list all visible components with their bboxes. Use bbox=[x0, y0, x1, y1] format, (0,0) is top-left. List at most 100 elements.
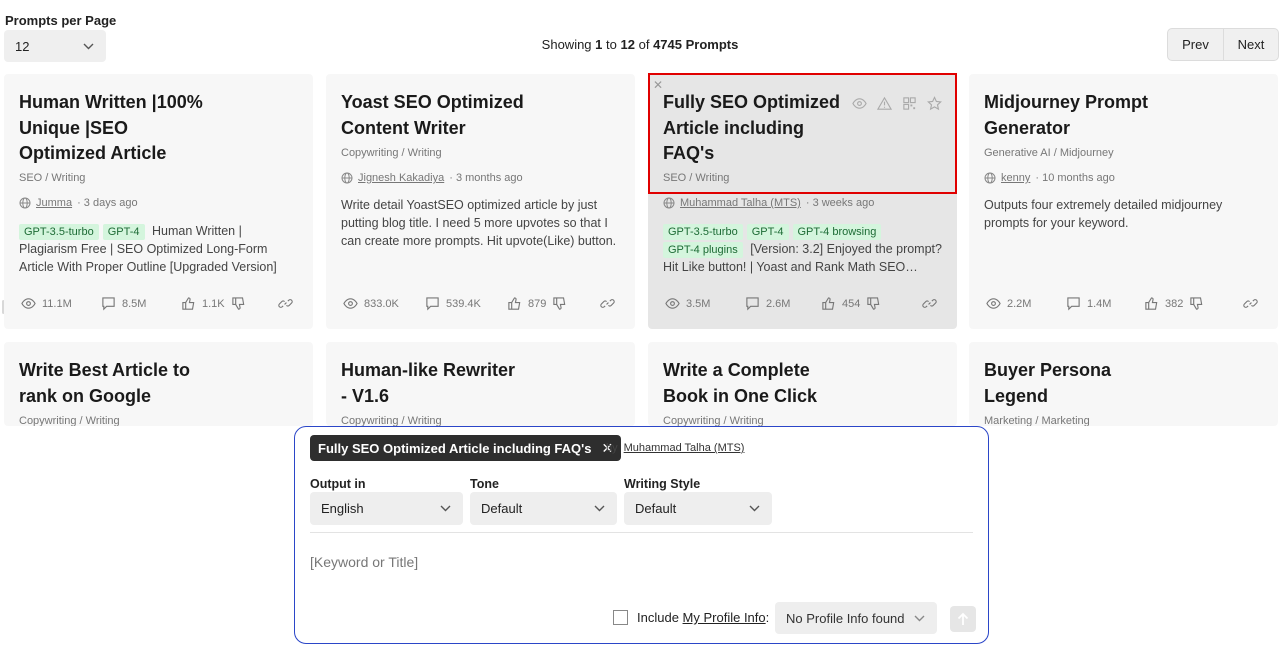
eye-icon bbox=[343, 298, 358, 309]
prompt-card[interactable]: Human Written |100% Unique |SEO Optimize… bbox=[4, 74, 313, 329]
selected-prompt-title: Fully SEO Optimized Article including FA… bbox=[318, 440, 592, 456]
pagination: Prev Next bbox=[1167, 28, 1279, 61]
prompt-card[interactable]: Buyer Persona Legend Marketing / Marketi… bbox=[969, 342, 1278, 426]
send-button[interactable] bbox=[950, 606, 976, 632]
divider bbox=[310, 532, 973, 533]
card-category: Copywriting / Writing bbox=[341, 147, 442, 159]
results-summary: Showing 1 to 12 of 4745 Prompts bbox=[541, 37, 739, 52]
thumbs-down-icon[interactable] bbox=[1189, 296, 1204, 311]
views-stat: 3.5M bbox=[665, 296, 710, 311]
warning-icon[interactable] bbox=[877, 96, 892, 111]
comment-icon bbox=[102, 297, 115, 311]
prev-button[interactable]: Prev bbox=[1168, 29, 1223, 60]
thumbs-up-icon[interactable] bbox=[821, 296, 836, 311]
card-author-link[interactable]: Jumma bbox=[36, 197, 72, 209]
likes-stat[interactable]: 879 bbox=[507, 296, 567, 311]
tone-label: Tone bbox=[470, 477, 499, 491]
card-title: Fully SEO Optimized Article including FA… bbox=[663, 92, 841, 163]
card-time: · 3 months ago bbox=[449, 172, 523, 184]
output-language-label: Output in bbox=[310, 477, 366, 491]
chevron-down-icon bbox=[594, 505, 605, 512]
views-stat: 11.1M bbox=[21, 296, 72, 311]
card-time: · 3 weeks ago bbox=[805, 197, 875, 209]
card-title: Write a Complete Book in One Click bbox=[663, 360, 818, 406]
tag-badge: GPT-4 bbox=[102, 224, 145, 240]
card-stats: 3.5M 2.6M 454 bbox=[663, 296, 942, 312]
star-icon[interactable] bbox=[927, 96, 942, 111]
prompt-card[interactable]: Midjourney Prompt Generator Generative A… bbox=[969, 74, 1278, 329]
prompt-card[interactable]: Write Best Article to rank on Google Cop… bbox=[4, 342, 313, 426]
comment-icon bbox=[746, 297, 759, 311]
output-language-select[interactable]: English bbox=[310, 492, 463, 525]
link-icon[interactable] bbox=[922, 296, 937, 311]
comment-icon bbox=[426, 297, 439, 311]
tone-select[interactable]: Default bbox=[470, 492, 617, 525]
card-category: Copywriting / Writing bbox=[341, 415, 442, 426]
card-author-link[interactable]: kenny bbox=[1001, 172, 1030, 184]
globe-icon bbox=[341, 172, 353, 184]
include-profile-checkbox[interactable] bbox=[613, 610, 628, 625]
card-category: SEO / Writing bbox=[663, 172, 730, 184]
author-link[interactable]: Muhammad Talha (MTS) bbox=[624, 442, 745, 454]
card-category: Generative AI / Midjourney bbox=[984, 147, 1114, 159]
card-title: Human Written |100% Unique |SEO Optimize… bbox=[19, 92, 203, 163]
card-category: SEO / Writing bbox=[19, 172, 86, 184]
thumbs-up-icon[interactable] bbox=[181, 296, 196, 311]
thumbs-down-icon[interactable] bbox=[866, 296, 881, 311]
eye-icon bbox=[665, 298, 680, 309]
writing-style-label: Writing Style bbox=[624, 477, 701, 491]
card-time: · 10 months ago bbox=[1035, 172, 1115, 184]
thumbs-down-icon[interactable] bbox=[552, 296, 567, 311]
card-description: Outputs four extremely detailed midjourn… bbox=[984, 198, 1223, 230]
card-author-link[interactable]: Jignesh Kakadiya bbox=[358, 172, 444, 184]
tag-badge: GPT-4 plugins bbox=[663, 242, 743, 258]
likes-stat[interactable]: 454 bbox=[821, 296, 881, 311]
profile-info-link[interactable]: My Profile Info bbox=[683, 610, 766, 625]
next-button[interactable]: Next bbox=[1223, 29, 1278, 60]
prompt-card[interactable]: Write a Complete Book in One Click Copyw… bbox=[648, 342, 957, 426]
grid-icon[interactable] bbox=[902, 96, 917, 111]
comments-stat: 539.4K bbox=[425, 296, 481, 311]
link-icon[interactable] bbox=[1243, 296, 1258, 311]
tag-badge: GPT-3.5-turbo bbox=[663, 224, 743, 240]
card-category: Copywriting / Writing bbox=[663, 415, 764, 426]
prompt-card[interactable]: Yoast SEO Optimized Content Writer Copyw… bbox=[326, 74, 635, 329]
likes-stat[interactable]: 1.1K bbox=[181, 296, 246, 311]
close-icon[interactable]: ✕ bbox=[653, 78, 663, 92]
likes-stat[interactable]: 382 bbox=[1144, 296, 1204, 311]
card-author-link[interactable]: Muhammad Talha (MTS) bbox=[680, 197, 801, 209]
card-title: Midjourney Prompt Generator bbox=[984, 92, 1149, 138]
thumbs-up-icon[interactable] bbox=[1144, 296, 1159, 311]
card-meta: Jignesh Kakadiya · 3 months ago bbox=[341, 172, 523, 184]
globe-icon bbox=[663, 197, 675, 209]
prompt-card-selected[interactable]: ✕ Fully SEO Optimized Article including … bbox=[648, 74, 957, 329]
chevron-down-icon bbox=[914, 615, 925, 621]
link-icon[interactable] bbox=[278, 296, 293, 311]
link-icon[interactable] bbox=[600, 296, 615, 311]
thumbs-down-icon[interactable] bbox=[231, 296, 246, 311]
tag-badge: GPT-3.5-turbo bbox=[19, 224, 99, 240]
writing-style-select[interactable]: Default bbox=[624, 492, 772, 525]
card-meta: kenny · 10 months ago bbox=[984, 172, 1115, 184]
card-time: · 3 days ago bbox=[77, 197, 138, 209]
prompt-input[interactable] bbox=[310, 554, 950, 570]
eye-icon[interactable] bbox=[852, 96, 867, 111]
chevron-down-icon bbox=[440, 505, 451, 512]
thumbs-up-icon[interactable] bbox=[507, 296, 522, 311]
card-title: Yoast SEO Optimized Content Writer bbox=[341, 92, 524, 138]
comments-stat: 2.6M bbox=[745, 296, 790, 311]
card-category: Copywriting / Writing bbox=[19, 415, 120, 426]
card-stats: 11.1M 8.5M 1.1K bbox=[19, 296, 298, 312]
eye-icon bbox=[986, 298, 1001, 309]
arrow-up-icon bbox=[957, 612, 969, 625]
card-meta: Muhammad Talha (MTS) · 3 weeks ago bbox=[663, 197, 874, 209]
card-stats: 2.2M 1.4M 382 bbox=[984, 296, 1263, 312]
card-category: Marketing / Marketing bbox=[984, 415, 1090, 426]
prompt-card[interactable]: Human-like Rewriter - V1.6 Copywriting /… bbox=[326, 342, 635, 426]
profile-info-select[interactable]: No Profile Info found bbox=[775, 602, 937, 634]
comment-icon bbox=[1067, 297, 1080, 311]
card-stats: 833.0K 539.4K 879 bbox=[341, 296, 620, 312]
include-profile-label: Include My Profile Info: bbox=[637, 610, 770, 625]
card-description: GPT-3.5-turbo GPT-4 GPT-4 browsing GPT-4 pl… bbox=[663, 224, 942, 274]
eye-icon bbox=[21, 298, 36, 309]
